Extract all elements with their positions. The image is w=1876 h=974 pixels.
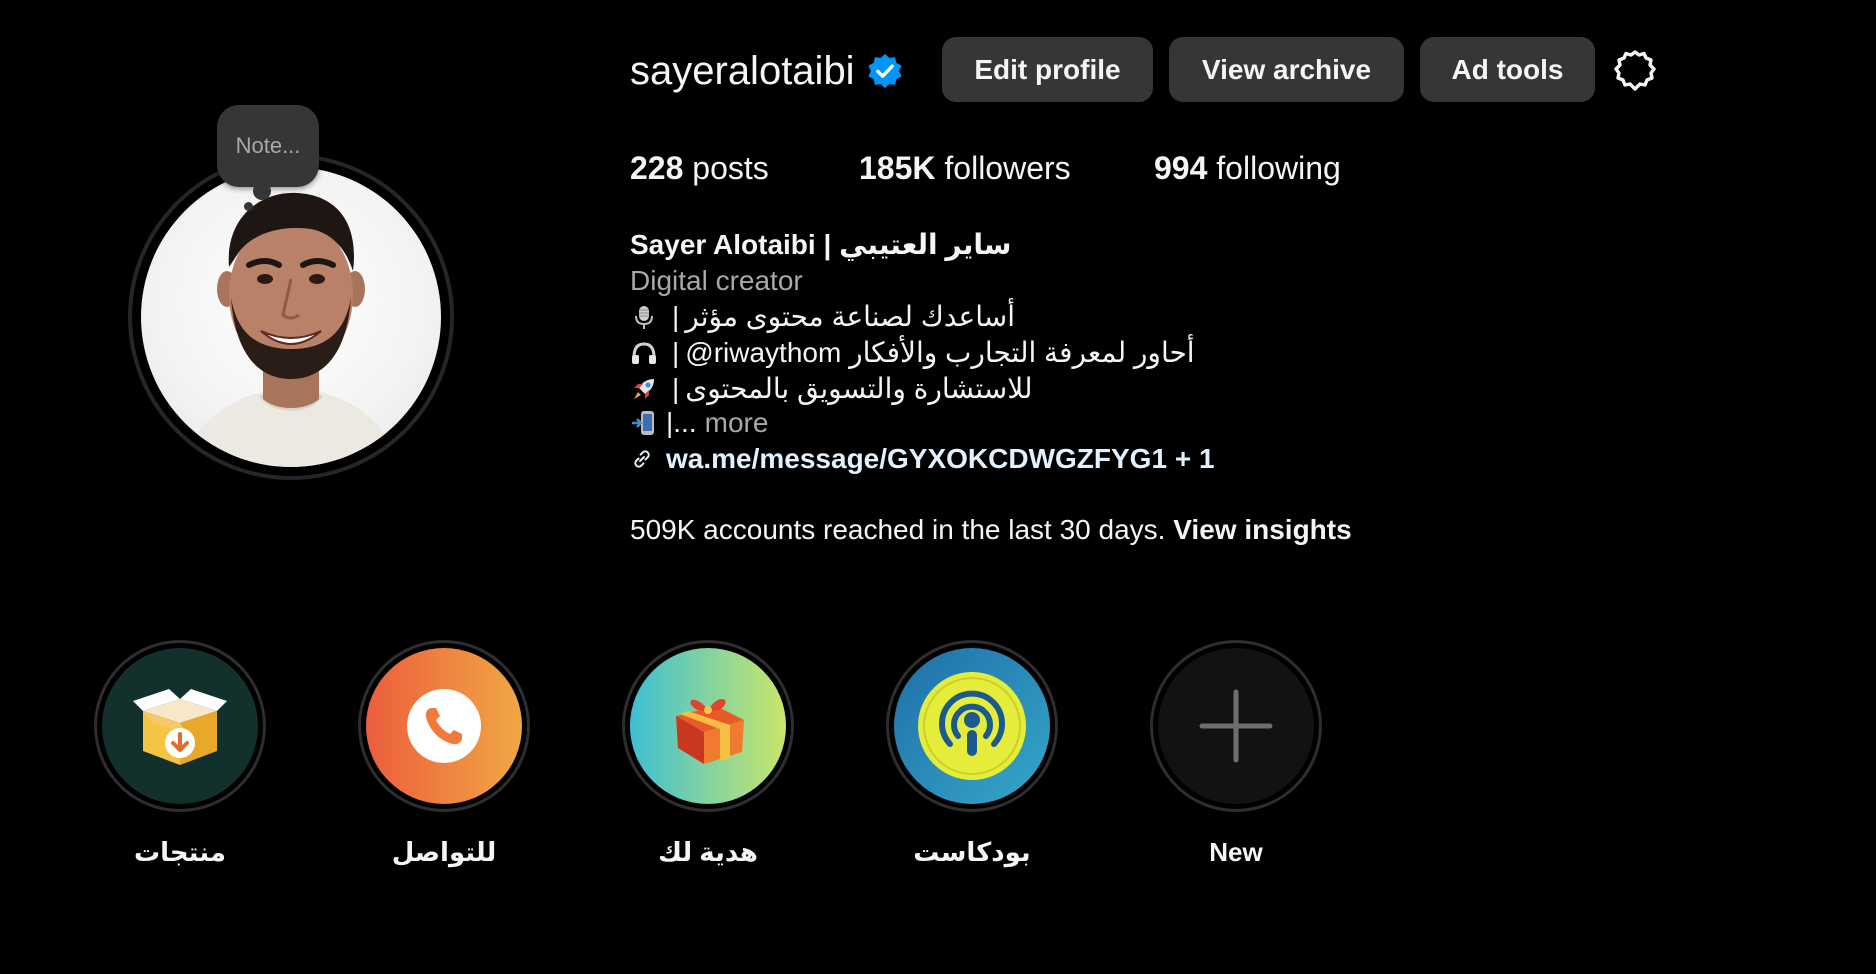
ad-tools-button[interactable]: Ad tools bbox=[1420, 37, 1595, 102]
view-archive-button[interactable]: View archive bbox=[1169, 37, 1404, 102]
bio-line-text: للاستشارة والتسويق بالمحتوى bbox=[685, 373, 1033, 404]
highlight-podcast[interactable]: بودكاست bbox=[886, 640, 1058, 868]
posts-label: posts bbox=[692, 150, 769, 186]
bio-link[interactable]: wa.me/message/GYXOKCDWGZFYG1 + 1 bbox=[666, 441, 1215, 477]
bio-separator: | bbox=[672, 373, 680, 404]
verified-badge-icon bbox=[866, 52, 904, 90]
link-icon bbox=[634, 450, 650, 468]
following-stat[interactable]: 994 following bbox=[1154, 148, 1341, 188]
bio-line: | @riwaythom أحاور لمعرفة التجارب والأفك… bbox=[630, 335, 1195, 371]
bio-line-text: @riwaythom أحاور لمعرفة التجارب والأفكار bbox=[685, 337, 1195, 368]
insights-text: 509K accounts reached in the last 30 day… bbox=[630, 514, 1166, 545]
highlight-label: منتجات bbox=[134, 837, 226, 867]
followers-count: 185K bbox=[859, 150, 936, 186]
followers-label: followers bbox=[944, 150, 1071, 186]
highlight-ring bbox=[622, 640, 794, 812]
highlight-label: هدية لك bbox=[658, 837, 758, 867]
plus-icon bbox=[1199, 689, 1273, 763]
avatar[interactable] bbox=[141, 167, 441, 467]
avatar-photo bbox=[181, 192, 401, 467]
note-placeholder: Note... bbox=[235, 133, 301, 158]
profile-full-name: Sayer Alotaibi | ساير العتيبي bbox=[630, 229, 1012, 260]
highlight-gift[interactable]: هدية لك bbox=[622, 640, 794, 868]
highlight-new[interactable]: New bbox=[1150, 640, 1322, 868]
bio-separator: | bbox=[672, 301, 680, 332]
highlight-label: للتواصل bbox=[391, 837, 497, 867]
profile-category: Digital creator bbox=[630, 265, 803, 296]
highlight-label: بودكاست bbox=[913, 837, 1031, 867]
highlight-ring bbox=[94, 640, 266, 812]
note-bubble[interactable]: Note... bbox=[217, 105, 319, 187]
posts-count: 228 bbox=[630, 150, 684, 186]
following-label: following bbox=[1216, 150, 1341, 186]
podcast-icon bbox=[918, 672, 1026, 780]
microphone-icon bbox=[630, 303, 658, 331]
highlight-contact[interactable]: للتواصل bbox=[358, 640, 530, 868]
highlight-cover bbox=[366, 648, 522, 804]
settings-gear-icon[interactable] bbox=[1612, 48, 1658, 94]
bio-link-row: wa.me/message/GYXOKCDWGZFYG1 + 1 bbox=[630, 441, 1215, 477]
highlight-ring bbox=[886, 640, 1058, 812]
box-download-icon bbox=[133, 689, 227, 765]
phone-icon bbox=[407, 689, 481, 763]
bio-line: | أساعدك لصناعة محتوى مؤثر bbox=[630, 299, 1015, 335]
username: sayeralotaibi bbox=[630, 49, 855, 93]
phone-arrow-icon bbox=[630, 409, 658, 437]
highlight-cover bbox=[1158, 648, 1314, 804]
bio-more-link[interactable]: more bbox=[705, 405, 769, 441]
highlight-products[interactable]: منتجات bbox=[94, 640, 266, 868]
highlight-cover bbox=[630, 648, 786, 804]
view-insights-link[interactable]: View insights bbox=[1173, 514, 1351, 545]
bio-line-text: أساعدك لصناعة محتوى مؤثر bbox=[685, 301, 1015, 332]
posts-stat: 228 posts bbox=[630, 148, 769, 188]
note-tail bbox=[253, 182, 271, 200]
gift-icon bbox=[676, 699, 744, 764]
bio-line: | ... more bbox=[630, 405, 768, 441]
rocket-icon bbox=[630, 375, 658, 403]
bio-line-text: ... bbox=[673, 407, 697, 438]
insights-row: 509K accounts reached in the last 30 day… bbox=[630, 512, 1352, 548]
highlight-ring bbox=[358, 640, 530, 812]
bio-separator: | bbox=[666, 407, 674, 438]
highlight-label: New bbox=[1209, 837, 1263, 867]
highlight-cover bbox=[894, 648, 1050, 804]
highlight-cover bbox=[102, 648, 258, 804]
note-tail-small bbox=[244, 202, 253, 211]
bio-line: | للاستشارة والتسويق بالمحتوى bbox=[630, 371, 1033, 407]
followers-stat[interactable]: 185K followers bbox=[859, 148, 1071, 188]
bio-separator: | bbox=[672, 337, 680, 368]
headphones-icon bbox=[630, 339, 658, 367]
edit-profile-button[interactable]: Edit profile bbox=[942, 37, 1153, 102]
following-count: 994 bbox=[1154, 150, 1208, 186]
highlight-ring bbox=[1150, 640, 1322, 812]
